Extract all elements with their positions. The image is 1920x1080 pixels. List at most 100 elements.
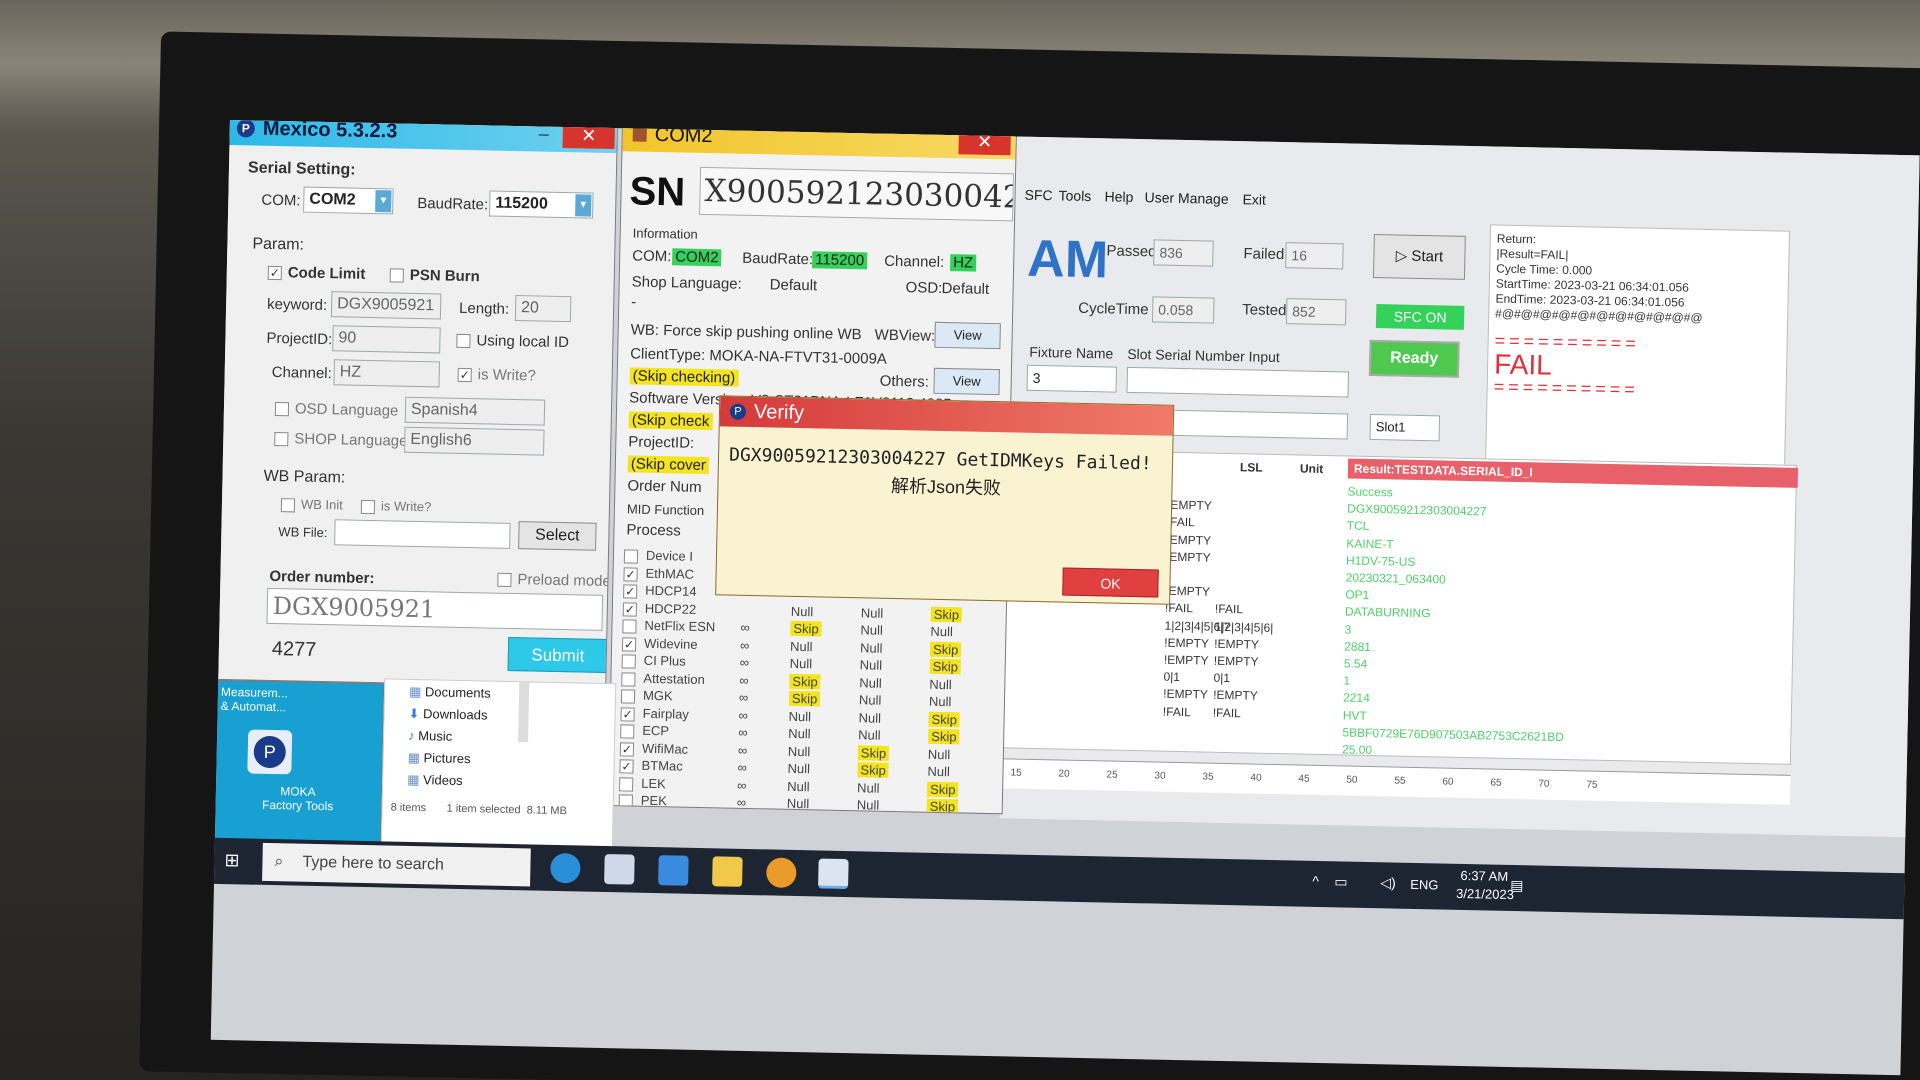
- order-number-input[interactable]: DGX9005921: [266, 587, 604, 631]
- app-orange-icon[interactable]: [766, 857, 797, 889]
- function-status-2: Skip: [857, 762, 889, 778]
- wb-file-input[interactable]: [334, 519, 511, 549]
- verify-dialog: P Verify DGX900592123030042​27 GetIDMKey…: [715, 395, 1175, 605]
- explorer-item-documents[interactable]: ▦ Documents: [409, 684, 491, 702]
- function-checkbox[interactable]: [620, 724, 635, 739]
- function-checkbox[interactable]: ✓: [623, 584, 638, 599]
- tested-label: Tested: [1242, 301, 1287, 320]
- function-checkbox[interactable]: [620, 689, 636, 704]
- taskbar-search-input[interactable]: ⌕ Type here to search: [262, 842, 531, 887]
- function-limit: ∞: [738, 707, 749, 723]
- osd-language-select[interactable]: Spanish4: [404, 396, 546, 426]
- store-icon[interactable]: [604, 854, 635, 885]
- function-checkbox[interactable]: ✓: [619, 741, 635, 757]
- function-status-3: Null: [930, 623, 954, 640]
- shop-language-checkbox[interactable]: [274, 431, 289, 447]
- wbview-view-button[interactable]: View: [934, 321, 1001, 350]
- explorer-item-pictures[interactable]: ▦ Pictures: [408, 750, 471, 767]
- baudrate-select[interactable]: 115200 ▼: [489, 190, 594, 219]
- grid-cell-usl: !EMPTY: [1213, 653, 1259, 669]
- taskbar: ⊞ ⌕ Type here to search ^ ▭ ◁) ENG 6:37 …: [210, 837, 1911, 920]
- fixture-name-input[interactable]: 3: [1026, 364, 1118, 393]
- projectid-stepper[interactable]: 90: [332, 325, 441, 354]
- psn-burn-checkbox[interactable]: [389, 268, 404, 283]
- serial-port-icon: [632, 127, 647, 142]
- wb-is-write-checkbox[interactable]: [360, 499, 376, 515]
- function-checkbox[interactable]: [621, 671, 636, 687]
- channel-select[interactable]: HZ: [333, 359, 440, 388]
- clock-date[interactable]: 3/21/2023: [1456, 886, 1514, 902]
- function-checkbox[interactable]: ✓: [619, 759, 634, 774]
- function-checkbox[interactable]: ✓: [623, 566, 638, 582]
- menu-user-manage[interactable]: User Manage: [1144, 189, 1228, 207]
- grid-cell-usl: !FAIL: [1214, 602, 1244, 617]
- speaker-icon[interactable]: ◁): [1380, 874, 1396, 891]
- explorer-item-videos[interactable]: ▦ Videos: [407, 772, 463, 789]
- tray-chevron-icon[interactable]: ^: [1312, 873, 1319, 889]
- function-checkbox[interactable]: ✓: [621, 636, 637, 652]
- start-button[interactable]: ▷ Start: [1372, 233, 1466, 280]
- submit-button[interactable]: Submit: [507, 636, 609, 674]
- mexico-minimize-button[interactable]: –: [539, 123, 549, 144]
- moka-app-icon[interactable]: P: [247, 729, 293, 775]
- mail-icon[interactable]: [658, 855, 689, 886]
- osd-language-checkbox[interactable]: [274, 402, 290, 417]
- grid-cell-usl: !FAIL: [1212, 705, 1241, 720]
- slot-serial-input[interactable]: [1126, 366, 1349, 398]
- grid-cell-lsl: !EMPTY: [1166, 532, 1212, 548]
- grid-cell-value: HVT: [1342, 708, 1367, 723]
- fixture-name-label: Fixture Name: [1029, 343, 1114, 362]
- explorer-status-items: 8 items: [390, 801, 427, 815]
- menu-exit[interactable]: Exit: [1242, 191, 1266, 207]
- function-checkbox[interactable]: [623, 549, 639, 564]
- preload-mode-checkbox[interactable]: [497, 572, 512, 587]
- function-checkbox[interactable]: [621, 654, 636, 669]
- dash: -: [631, 293, 637, 311]
- file-explorer-icon[interactable]: [712, 856, 743, 887]
- shop-language-select[interactable]: English6: [404, 426, 545, 456]
- grid-cell-usl: !EMPTY: [1214, 636, 1260, 652]
- edge-icon[interactable]: [550, 852, 581, 884]
- explorer-item-music[interactable]: ♪ Music: [408, 728, 452, 744]
- mexico-app-icon[interactable]: [818, 858, 849, 890]
- using-local-id-checkbox[interactable]: [456, 333, 471, 349]
- notification-icon[interactable]: ▤: [1510, 877, 1524, 894]
- windows-start-icon[interactable]: ⊞: [224, 850, 240, 871]
- function-checkbox[interactable]: ✓: [620, 706, 635, 722]
- com-select[interactable]: COM2 ▼: [303, 186, 394, 215]
- menu-help[interactable]: Help: [1104, 188, 1133, 205]
- others-view-button[interactable]: View: [933, 367, 1000, 396]
- explorer-item-label: Music: [418, 728, 453, 744]
- clock-time[interactable]: 6:37 AM: [1460, 868, 1508, 884]
- function-checkbox[interactable]: [618, 794, 633, 809]
- menu-tools[interactable]: Tools: [1058, 187, 1091, 204]
- length-stepper[interactable]: 20: [514, 295, 572, 323]
- mexico-window: P Mexico 5.3.2.3 – ✕ Serial Setting: COM…: [214, 120, 619, 689]
- baud-label: BaudRate:: [742, 249, 814, 269]
- ruler-tick-label: 30: [1154, 770, 1166, 782]
- network-icon[interactable]: ▭: [1334, 873, 1348, 890]
- keyword-field[interactable]: DGX9005921: [330, 291, 442, 320]
- grid-cell-lsl: !EMPTY: [1165, 583, 1211, 599]
- menu-bar: SFC Tools Help User Manage Exit: [1012, 186, 1412, 218]
- code-limit-checkbox[interactable]: ✓: [267, 265, 282, 281]
- function-status-3: Skip: [928, 711, 961, 727]
- explorer-scrollbar[interactable]: [518, 682, 530, 743]
- function-checkbox[interactable]: [619, 776, 634, 792]
- explorer-item-label: Documents: [424, 684, 491, 701]
- function-name: Attestation: [643, 670, 705, 687]
- ruler-tick-label: 50: [1346, 774, 1358, 786]
- information-label: Information: [632, 225, 698, 242]
- menu-sfc[interactable]: SFC: [1024, 187, 1052, 204]
- slot-select[interactable]: Slot1: [1369, 413, 1441, 442]
- is-write-checkbox[interactable]: ✓: [457, 367, 472, 383]
- download-icon: ⬇: [408, 705, 424, 722]
- language-indicator[interactable]: ENG: [1410, 877, 1438, 893]
- grid-cell-usl: 0|1: [1213, 670, 1231, 686]
- function-checkbox[interactable]: [622, 619, 637, 634]
- explorer-item-downloads[interactable]: ⬇ Downloads: [408, 706, 487, 724]
- function-checkbox[interactable]: ✓: [622, 601, 637, 617]
- wb-init-checkbox[interactable]: [280, 498, 296, 513]
- verify-ok-button[interactable]: OK: [1062, 567, 1159, 598]
- select-button[interactable]: Select: [518, 521, 597, 551]
